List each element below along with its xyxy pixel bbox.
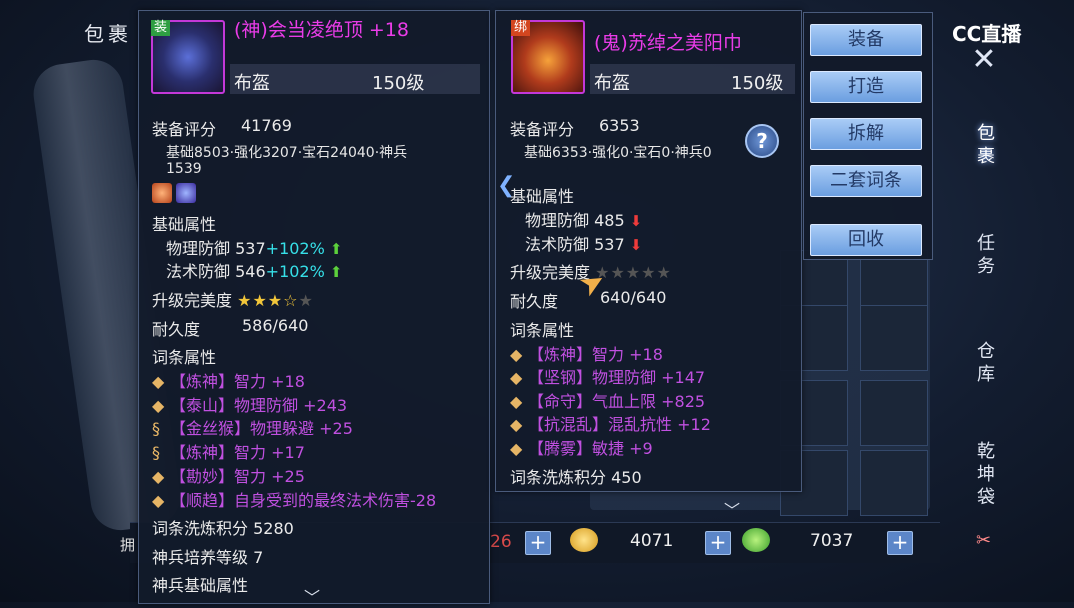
item-type: 布盔 — [594, 73, 630, 94]
durability-value: 586/640 — [242, 316, 309, 335]
score-value: 6353 — [599, 116, 640, 135]
diamond-icon: ◆ — [510, 368, 523, 387]
item-name: (神)会当凌绝顶 +18 — [234, 19, 409, 41]
diamond-icon: ◆ — [510, 345, 523, 364]
equip-button[interactable]: 装备 — [810, 24, 922, 56]
affix-row: ◆ 【命守】气血上限 +825 — [510, 392, 706, 411]
equipped-tag: 装 — [151, 20, 171, 36]
affix-row: ◆ 【腾雾】敏捷 +9 — [510, 439, 653, 458]
refine-row: 词条洗炼积分 450 — [510, 468, 642, 487]
affix-row: ◆ 【泰山】物理防御 +243 — [152, 396, 348, 415]
jade-value: 7037 — [810, 531, 854, 551]
bound-tag: 绑 — [511, 20, 531, 36]
affix-row: § 【金丝猴】物理躲避 +25 — [152, 419, 353, 438]
score-value: 41769 — [241, 116, 292, 135]
forge-button[interactable]: 打造 — [810, 71, 922, 103]
refine-row: 词条洗炼积分 5280 — [152, 519, 294, 538]
durability-label: 耐久度 — [152, 320, 201, 339]
affix-row: ◆ 【顺趋】自身受到的最终法术伤害-28 — [152, 491, 437, 510]
nav-quest[interactable]: 任 务 — [970, 232, 1002, 278]
add-jade-button[interactable]: + — [887, 531, 913, 555]
bag-slot[interactable] — [860, 450, 928, 516]
close-icon[interactable]: ✕ — [968, 44, 1000, 76]
perfection-stars: ★★★★★ — [595, 263, 672, 282]
bag-slot[interactable] — [860, 305, 928, 371]
base-attr-label: 基础属性 — [152, 215, 217, 234]
gem-icon — [152, 183, 172, 203]
currency-red-value: 26 — [490, 532, 512, 552]
swirl-icon: § — [152, 419, 160, 438]
affix-row: ◆ 【勘妙】智力 +25 — [152, 467, 305, 486]
item-level: 150级 — [731, 73, 784, 94]
attr-row: 物理防御 485 ⬇ — [525, 211, 643, 230]
attr-row: 法术防御 537 ⬇ — [525, 235, 643, 254]
add-gold-button[interactable]: + — [705, 531, 731, 555]
diamond-icon: ◆ — [510, 439, 523, 458]
diamond-icon: ◆ — [510, 415, 523, 434]
arrow-down-icon: ⬇ — [629, 212, 643, 230]
add-currency-button[interactable]: + — [525, 531, 551, 555]
nav-qiankun-bag[interactable]: 乾 坤 袋 — [970, 440, 1002, 509]
bag-slot[interactable] — [860, 380, 928, 446]
item-icon-headband: 绑 — [511, 20, 585, 94]
dismantle-button[interactable]: 拆解 — [810, 118, 922, 150]
arrow-up-icon: ⬆ — [329, 240, 343, 258]
swirl-icon: § — [152, 443, 160, 462]
partial-label: 拥 — [120, 536, 136, 554]
perfection-stars: ★★★☆★ — [237, 291, 314, 310]
arrow-down-icon: ⬇ — [629, 236, 643, 254]
help-icon[interactable]: ? — [745, 124, 779, 158]
item-icon-helmet: 装 — [151, 20, 225, 94]
divine-level-row: 神兵培养等级 7 — [152, 548, 264, 567]
affix-row: ◆ 【炼神】智力 +18 — [152, 372, 305, 391]
attr-row: 法术防御 546+102% ⬆ — [166, 262, 343, 281]
score-breakdown: 基础6353·强化0·宝石0·神兵0 — [524, 145, 712, 161]
attr-row: 物理防御 537+102% ⬆ — [166, 239, 343, 258]
gold-ingot-icon — [570, 528, 598, 552]
recycle-button[interactable]: 回收 — [810, 224, 922, 256]
arrow-up-icon: ⬆ — [329, 263, 343, 281]
score-label: 装备评分 — [510, 120, 575, 139]
diamond-icon: ◆ — [152, 467, 165, 486]
diamond-icon: ◆ — [152, 491, 165, 510]
durability-label: 耐久度 — [510, 292, 559, 311]
affix-label: 词条属性 — [152, 348, 217, 367]
base-attr-label: 基础属性 — [510, 187, 575, 206]
item-name: (鬼)苏绰之美阳巾 — [594, 32, 742, 54]
affix-row: ◆ 【坚钢】物理防御 +147 — [510, 368, 706, 387]
bag-title: 包裹 — [84, 22, 132, 46]
affix-row: § 【炼神】智力 +17 — [152, 443, 305, 462]
divine-base-label: 神兵基础属性 — [152, 576, 249, 595]
item-level: 150级 — [372, 73, 425, 94]
perfection-row: 升级完美度 ★★★☆★ — [152, 291, 314, 310]
score-label: 装备评分 — [152, 120, 217, 139]
affix-label: 词条属性 — [510, 321, 575, 340]
gold-value: 4071 — [630, 531, 674, 551]
scroll-down-icon[interactable]: ﹀ — [300, 584, 324, 607]
jade-icon — [742, 528, 770, 552]
second-set-affix-button[interactable]: 二套词条 — [810, 165, 922, 197]
diamond-icon: ◆ — [510, 392, 523, 411]
affix-row: ◆ 【炼神】智力 +18 — [510, 345, 663, 364]
diamond-icon: ◆ — [152, 396, 165, 415]
item-type: 布盔 — [234, 73, 270, 94]
gem-icon — [176, 183, 196, 203]
diamond-icon: ◆ — [152, 372, 165, 391]
nav-warehouse[interactable]: 仓 库 — [970, 340, 1002, 386]
affix-row: ◆ 【抗混乱】混乱抗性 +12 — [510, 415, 711, 434]
nav-bag[interactable]: 包 裹 — [970, 122, 1002, 168]
scissors-icon[interactable]: ✂ — [976, 530, 991, 551]
score-breakdown: 基础8503·强化3207·宝石24040·神兵1539 — [166, 145, 408, 177]
scroll-down-icon[interactable]: ﹀ — [720, 497, 744, 520]
